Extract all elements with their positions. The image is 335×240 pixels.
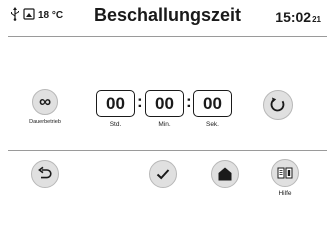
infinity-icon: ∞	[38, 92, 52, 111]
help-book-icon	[277, 167, 293, 179]
time-separator: :	[186, 92, 192, 111]
hours-label: Std.	[109, 121, 122, 128]
clock: 15:0221	[275, 9, 321, 25]
header-divider	[8, 36, 327, 37]
time-separator: :	[137, 92, 143, 111]
reset-icon	[270, 97, 285, 112]
home-button[interactable]	[211, 160, 239, 188]
continuous-mode-button[interactable]: ∞	[32, 89, 58, 115]
checkmark-icon	[156, 169, 170, 180]
confirm-button[interactable]	[149, 160, 177, 188]
hours-value: 00	[106, 93, 125, 113]
minutes-label: Min.	[158, 121, 171, 128]
seconds-value: 00	[203, 93, 222, 113]
minutes-value: 00	[155, 93, 174, 113]
help-button[interactable]	[271, 159, 299, 187]
home-icon	[218, 167, 232, 181]
header-bar: 18 °C Beschallungszeit 15:0221	[0, 0, 335, 36]
clock-seconds: 21	[312, 15, 321, 24]
seconds-label: Sek.	[205, 121, 219, 128]
help-label: Hilfe	[278, 190, 292, 197]
continuous-mode-label: Dauerbetrieb	[29, 119, 61, 125]
minutes-field[interactable]: 00	[145, 90, 184, 117]
back-button[interactable]	[31, 160, 59, 188]
reset-button[interactable]	[263, 90, 293, 120]
footer-divider	[8, 150, 327, 151]
clock-time: 15:02	[275, 9, 312, 25]
back-icon	[38, 166, 52, 179]
screen: 18 °C Beschallungszeit 15:0221 ∞ Dauerbe…	[0, 0, 335, 213]
seconds-field[interactable]: 00	[193, 90, 232, 117]
hours-field[interactable]: 00	[96, 90, 135, 117]
